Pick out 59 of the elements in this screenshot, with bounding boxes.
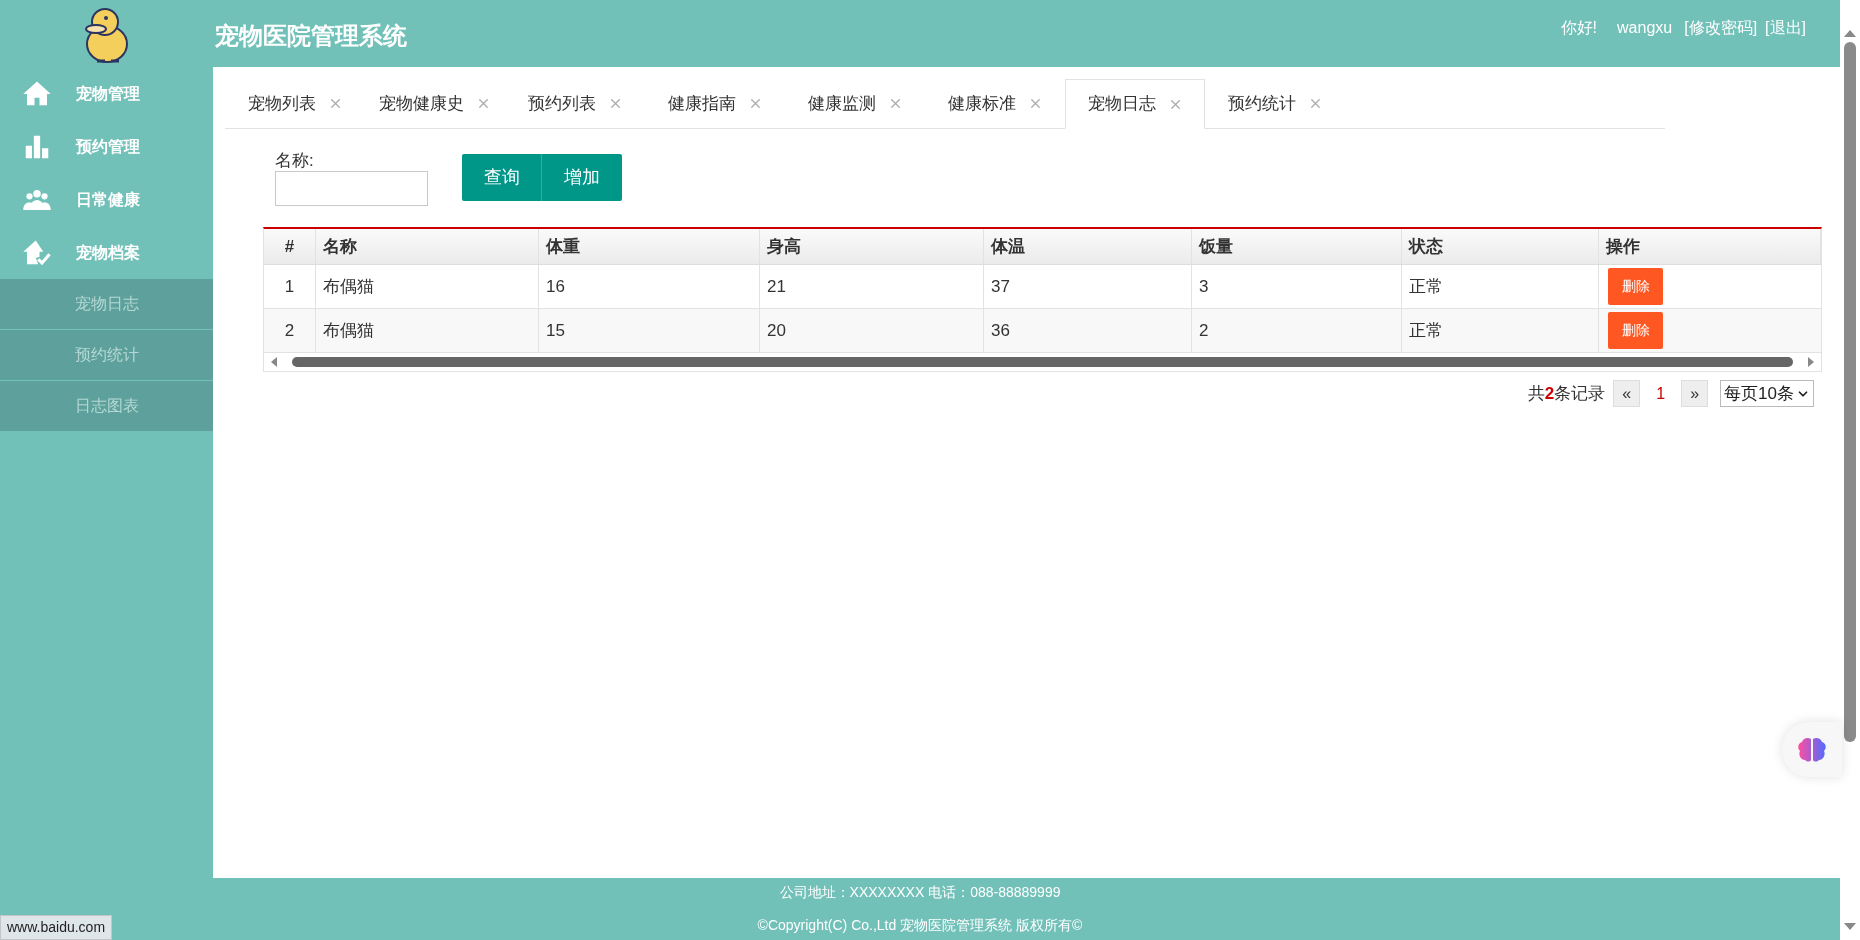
table-cell: 2 [264, 309, 316, 352]
table-cell: 正常 [1402, 265, 1599, 308]
name-input-field[interactable] [275, 171, 428, 206]
greeting-text: 你好! [1560, 18, 1598, 38]
username-text: wangxu [1617, 18, 1673, 38]
current-page-number[interactable]: 1 [1648, 381, 1674, 406]
column-header: # [264, 229, 316, 264]
browser-status-url: www.baidu.com [0, 915, 113, 940]
tab[interactable]: 宠物列表 [225, 79, 365, 128]
tab[interactable]: 健康监测 [785, 79, 925, 128]
close-icon[interactable] [476, 96, 491, 111]
column-header: 状态 [1402, 229, 1599, 264]
toolbar-button[interactable]: 查询 [462, 154, 542, 201]
sidebar-submenu-item[interactable]: 宠物日志 [0, 279, 213, 330]
sidebar-submenu-item[interactable]: 日志图表 [0, 381, 213, 432]
tab[interactable]: 预约统计 [1205, 79, 1345, 128]
sidebar-menu-item[interactable]: 宠物管理 [0, 67, 213, 120]
table-cell: 布偶猫 [316, 309, 539, 352]
sidebar-menu-item[interactable]: 预约管理 [0, 120, 213, 173]
column-header: 体重 [539, 229, 760, 264]
table-cell: 3 [1192, 265, 1402, 308]
table-cell: 15 [539, 309, 760, 352]
toolbar-button[interactable]: 增加 [542, 154, 622, 201]
table-cell: 布偶猫 [316, 265, 539, 308]
delete-button[interactable]: 删除 [1608, 312, 1663, 349]
column-header: 体温 [984, 229, 1192, 264]
floating-assistant-button[interactable] [1782, 722, 1842, 777]
footer-text: ©Copyright(C) Co.,Ltd 宠物医院管理系统 版权所有© [757, 916, 1083, 935]
sidebar-menu-item[interactable]: 日常健康 [0, 173, 213, 226]
sidebar-menu-item[interactable]: 宠物档案 [0, 226, 213, 279]
column-header: 饭量 [1192, 229, 1402, 264]
record-count-text: 共2条记录 [1527, 382, 1606, 405]
tab[interactable]: 健康指南 [645, 79, 785, 128]
column-header: 身高 [760, 229, 984, 264]
prev-page-button[interactable]: « [1613, 380, 1641, 407]
header-link[interactable]: [修改密码] [1684, 16, 1758, 40]
brain-icon [1797, 735, 1827, 764]
column-header: 操作 [1599, 229, 1821, 264]
field-label: 名称: [275, 151, 315, 171]
page-size-select[interactable]: 每页10条 [1720, 380, 1814, 407]
next-page-button[interactable]: » [1681, 380, 1709, 407]
tab[interactable]: 预约列表 [505, 79, 645, 128]
tab[interactable]: 宠物日志 [1065, 79, 1205, 129]
table-cell: 37 [984, 265, 1192, 308]
table-cell: 21 [760, 265, 984, 308]
sidebar-submenu-item[interactable]: 预约统计 [0, 330, 213, 381]
footer-text: 公司地址：XXXXXXXX 电话：088-88889999 [779, 883, 1061, 902]
tab[interactable]: 宠物健康史 [365, 79, 505, 128]
header-link[interactable]: [退出] [1765, 16, 1806, 40]
table-cell: 20 [760, 309, 984, 352]
table-cell: 正常 [1402, 309, 1599, 352]
table-cell: 16 [539, 265, 760, 308]
tab[interactable]: 健康标准 [925, 79, 1065, 128]
app-title: 宠物医院管理系统 [214, 21, 407, 51]
delete-button[interactable]: 删除 [1608, 268, 1663, 305]
table-cell: 36 [984, 309, 1192, 352]
table-cell: 2 [1192, 309, 1402, 352]
column-header: 名称 [316, 229, 539, 264]
table-cell: 1 [264, 265, 316, 308]
